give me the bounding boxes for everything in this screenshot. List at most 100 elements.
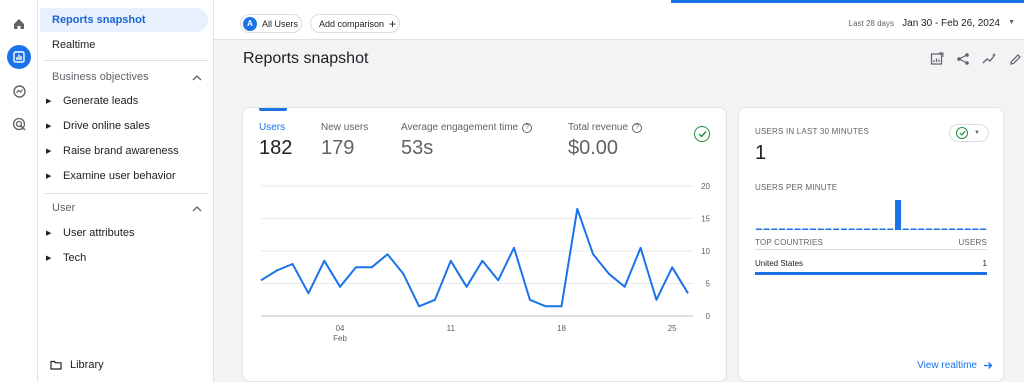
nav-user-attributes[interactable]: ▶ User attributes — [46, 227, 135, 239]
minute-bar[interactable] — [871, 228, 878, 231]
edit-icon[interactable] — [1006, 50, 1024, 68]
insights-icon[interactable] — [980, 50, 998, 68]
table-row: United States 1 — [755, 259, 987, 268]
segment-chip-all-users[interactable]: A All Users — [240, 14, 302, 33]
metrics-chart-card: Users 182 New users 179 Average engageme… — [242, 107, 727, 382]
nav-section-label: User — [52, 202, 76, 214]
icon-rail — [0, 0, 38, 382]
caret-down-icon[interactable]: ▼ — [1008, 19, 1015, 26]
nav-library[interactable]: Library — [50, 359, 104, 371]
y-tick-label: 5 — [706, 280, 711, 289]
minute-bar[interactable] — [964, 228, 971, 231]
minute-bar[interactable] — [786, 228, 793, 231]
table-divider — [755, 249, 987, 250]
home-icon[interactable] — [7, 12, 31, 36]
nav-reports-snapshot-label: Reports snapshot — [52, 14, 146, 26]
y-tick-label: 20 — [701, 182, 710, 191]
minute-bar[interactable] — [833, 228, 840, 231]
view-realtime-label: View realtime — [917, 360, 977, 371]
minute-bar[interactable] — [809, 228, 816, 231]
minute-bar[interactable] — [771, 228, 778, 231]
reports-icon[interactable] — [7, 45, 31, 69]
minute-bar[interactable] — [763, 228, 770, 231]
nav-examine-user-behavior[interactable]: ▶ Examine user behavior — [46, 170, 176, 182]
explore-icon[interactable] — [7, 79, 31, 103]
minute-bar[interactable] — [794, 228, 801, 231]
nav-library-label: Library — [70, 359, 104, 371]
nav-raise-brand-awareness-label: Raise brand awareness — [63, 145, 179, 157]
x-tick-label: 25 — [668, 324, 677, 333]
advertising-icon[interactable] — [7, 112, 31, 136]
realtime-title: USERS IN LAST 30 MINUTES — [755, 127, 870, 136]
x-tick-label: 04 — [336, 324, 345, 333]
realtime-users-value: 1 — [755, 142, 767, 164]
minute-bar[interactable] — [895, 200, 902, 230]
minute-bar[interactable] — [817, 228, 824, 231]
countries-table-header: TOP COUNTRIES USERS — [755, 238, 987, 247]
country-cell: United States — [755, 259, 804, 268]
minute-bar[interactable] — [980, 228, 987, 231]
minute-bar[interactable] — [755, 228, 762, 231]
realtime-card: USERS IN LAST 30 MINUTES ▼ 1 USERS PER M… — [738, 107, 1004, 382]
nav-divider — [44, 60, 208, 61]
chevron-up-icon — [192, 205, 202, 211]
x-month-label: Feb — [333, 334, 347, 343]
users-per-minute-chart — [755, 200, 987, 231]
minute-bar[interactable] — [864, 228, 871, 231]
nav-realtime[interactable]: Realtime — [38, 33, 95, 57]
minute-bar[interactable] — [956, 228, 963, 231]
minute-bar[interactable] — [840, 228, 847, 231]
nav-section-user[interactable]: User — [52, 202, 202, 214]
top-bar: A All Users Add comparison + Last 28 day… — [214, 0, 1024, 40]
users-series-line[interactable] — [260, 207, 689, 308]
caret-right-icon: ▶ — [46, 255, 52, 262]
minute-bar[interactable] — [925, 228, 932, 231]
minute-bar[interactable] — [972, 228, 979, 231]
minute-bar[interactable] — [918, 228, 925, 231]
x-tick-label: 11 — [447, 324, 456, 333]
minute-bar[interactable] — [848, 228, 855, 231]
minute-bar[interactable] — [910, 228, 917, 231]
loading-bar — [671, 0, 1024, 3]
users-per-minute-label: USERS PER MINUTE — [755, 183, 838, 192]
arrow-right-icon — [984, 362, 993, 369]
minute-bar[interactable] — [949, 228, 956, 231]
realtime-status-dropdown[interactable]: ▼ — [949, 124, 989, 142]
minute-bar[interactable] — [856, 228, 863, 231]
caret-right-icon: ▶ — [46, 148, 52, 155]
minute-bar[interactable] — [825, 228, 832, 231]
date-range-picker[interactable]: Jan 30 - Feb 26, 2024 — [902, 18, 1000, 29]
nav-raise-brand-awareness[interactable]: ▶ Raise brand awareness — [46, 145, 179, 157]
nav-generate-leads[interactable]: ▶ Generate leads — [46, 95, 138, 107]
nav-section-business-objectives[interactable]: Business objectives — [52, 71, 202, 83]
caret-right-icon: ▶ — [46, 173, 52, 180]
caret-right-icon: ▶ — [46, 123, 52, 130]
y-tick-label: 10 — [701, 247, 710, 256]
nav-section-label: Business objectives — [52, 71, 149, 83]
minute-bar[interactable] — [879, 228, 886, 231]
nav-tech[interactable]: ▶ Tech — [46, 252, 86, 264]
nav-examine-user-behavior-label: Examine user behavior — [63, 170, 176, 182]
x-tick-label: 18 — [557, 324, 566, 333]
y-tick-label: 15 — [701, 215, 710, 224]
view-realtime-link[interactable]: View realtime — [917, 360, 993, 371]
minute-bar[interactable] — [802, 228, 809, 231]
minute-bar[interactable] — [933, 228, 940, 231]
customize-report-icon[interactable] — [928, 50, 946, 68]
minute-bar[interactable] — [941, 228, 948, 231]
date-range-label: Last 28 days — [848, 19, 894, 28]
chevron-up-icon — [192, 74, 202, 80]
minute-bar[interactable] — [779, 228, 786, 231]
minute-bar[interactable] — [887, 228, 894, 231]
caret-right-icon: ▶ — [46, 98, 52, 105]
add-comparison-button[interactable]: Add comparison + — [310, 14, 400, 33]
nav-user-attributes-label: User attributes — [63, 227, 135, 239]
page-title: Reports snapshot — [243, 50, 369, 67]
minute-bar[interactable] — [902, 228, 909, 231]
nav-drive-online-sales[interactable]: ▶ Drive online sales — [46, 120, 150, 132]
countries-column-header: TOP COUNTRIES — [755, 238, 824, 247]
nav-reports-snapshot[interactable]: Reports snapshot — [40, 8, 208, 32]
share-icon[interactable] — [954, 50, 972, 68]
nav-divider — [44, 193, 208, 194]
segment-label: All Users — [262, 18, 299, 29]
